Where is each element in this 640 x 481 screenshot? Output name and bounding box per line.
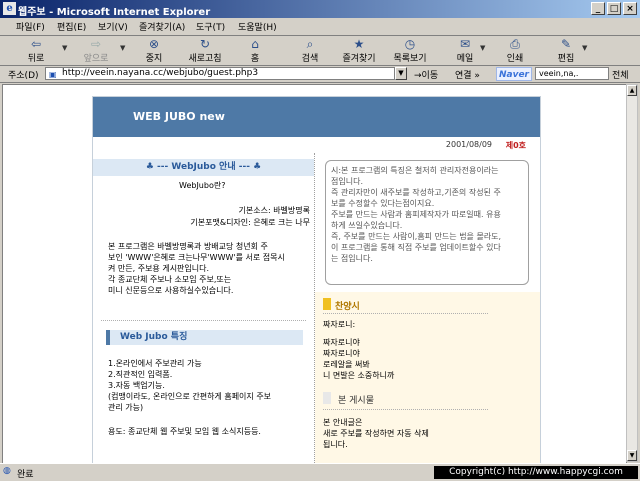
print-button[interactable]: ⎙ 인쇄 <box>502 37 528 64</box>
history-button[interactable]: ◷ 목록보기 <box>390 37 430 64</box>
edit-dropdown-icon[interactable]: ▼ <box>582 44 587 52</box>
address-dropdown-icon[interactable]: ▼ <box>395 67 407 80</box>
menu-help[interactable]: 도움말(H) <box>238 20 277 33</box>
window-title: 웹주보 - Microsoft Internet Explorer <box>18 7 211 18</box>
divider <box>101 320 306 321</box>
scroll-up-icon[interactable]: ▲ <box>627 85 637 96</box>
praise-section: 찬양시 짜자로니: 짜자로니야 짜자로니야 로레알을 써봐 니 면발은 소중하니… <box>315 292 540 463</box>
vertical-scrollbar[interactable]: ▲ ▼ <box>626 84 638 462</box>
banner-title: WEB JUBO new <box>133 110 225 123</box>
all-button[interactable]: 전체 <box>612 68 629 81</box>
board-label: 본 게시물 <box>338 396 374 406</box>
toolbar: ⇦ 뒤로 ▼ ⇨ 앞으로 ▼ ⊗ 중지 ↻ 새로고침 ⌂ 홈 ⌕ 검색 ★ 즐겨… <box>0 36 640 66</box>
stop-icon: ⊗ <box>148 37 160 51</box>
date-line: 2001/08/09 제0호 <box>93 137 540 153</box>
source-text: 기본소스: 바벨방명록 <box>238 206 310 215</box>
menu-edit[interactable]: 편집(E) <box>57 20 86 33</box>
left-column: ♣ --- WebJubo 안내 --- ♣ WebJubo란? 기본소스: 바… <box>93 153 315 463</box>
naver-search-input[interactable]: veein,na,. <box>535 67 609 80</box>
banner: WEB JUBO new <box>93 97 540 137</box>
go-button[interactable]: →이동 <box>414 68 438 81</box>
divider <box>323 313 488 314</box>
address-url: http://veein.nayana.cc/webjubo/guest.php… <box>62 68 259 78</box>
menu-tools[interactable]: 도구(T) <box>196 20 225 33</box>
question-text: WebJubo란? <box>179 181 226 190</box>
close-button[interactable]: × <box>623 2 637 15</box>
features-heading: Web Jubo 특징 <box>106 330 303 345</box>
search-button[interactable]: ⌕ 검색 <box>296 37 324 64</box>
menu-file[interactable]: 파일(F) <box>16 20 45 33</box>
praise-label: 찬양시 <box>335 302 360 312</box>
history-icon: ◷ <box>404 37 416 51</box>
scroll-down-icon[interactable]: ▼ <box>627 450 637 461</box>
naver-logo[interactable]: Naver <box>496 67 532 81</box>
forward-button[interactable]: ⇨ 앞으로 <box>78 37 114 64</box>
ie-icon: e <box>3 2 16 15</box>
search-icon: ⌕ <box>306 37 314 51</box>
edit-button[interactable]: ✎ 편집 <box>553 37 579 64</box>
usage-text: 용도: 종교단체 웹 주보및 모임 웹 소식지등등. <box>108 427 261 436</box>
guide-heading: ♣ --- WebJubo 안내 --- ♣ <box>93 159 314 176</box>
menu-favorites[interactable]: 즐겨찾기(A) <box>139 20 185 33</box>
favorites-button[interactable]: ★ 즐겨찾기 <box>338 37 380 64</box>
intro-text: 본 프로그램은 바벨방명록과 방배교당 청년회 주 보인 'WWW'은혜로 크는… <box>108 242 285 295</box>
back-arrow-icon: ⇦ <box>30 37 42 51</box>
issue-date: 2001/08/09 <box>445 140 492 149</box>
divider <box>323 409 488 410</box>
favorites-icon: ★ <box>353 37 365 51</box>
mail-dropdown-icon[interactable]: ▼ <box>480 44 485 52</box>
mail-icon: ✉ <box>459 37 471 51</box>
minimize-button[interactable]: _ <box>591 2 605 15</box>
address-input[interactable]: ▣ http://veein.nayana.cc/webjubo/guest.p… <box>45 67 395 80</box>
back-dropdown-icon[interactable]: ▼ <box>62 44 67 52</box>
links-button[interactable]: 연결 » <box>455 68 480 81</box>
maximize-button[interactable]: □ <box>607 2 621 15</box>
address-label: 주소(D) <box>8 71 39 81</box>
format-text: 기본포맷&디자인: 은혜로 크는 나무 <box>190 218 310 227</box>
page-status-icon: ◍ <box>3 466 11 476</box>
features-text: 1.온라인에서 주보관리 가능 2.직관적인 입력폼. 3.자동 백업기능. (… <box>108 359 272 412</box>
forward-dropdown-icon[interactable]: ▼ <box>120 44 125 52</box>
praise-title: 짜자로니: <box>323 320 356 329</box>
refresh-button[interactable]: ↻ 새로고침 <box>184 37 226 64</box>
jubo-board: WEB JUBO new 2001/08/09 제0호 ♣ --- WebJub… <box>92 96 541 463</box>
mail-button[interactable]: ✉ 메일 <box>452 37 478 64</box>
status-text: 완료 <box>17 470 34 480</box>
home-icon: ⌂ <box>251 37 259 51</box>
notice-text: 시:본 프로그램의 특징은 철저히 관리자전용이라는 점입니다. 즉 관리자만이… <box>331 166 502 263</box>
home-button[interactable]: ⌂ 홈 <box>242 37 268 64</box>
board-body: 본 안내글은 새로 주보를 작성하면 자동 삭제 됩니다. <box>323 418 429 449</box>
edit-icon: ✎ <box>560 37 572 51</box>
title-bar: e 웹주보 - Microsoft Internet Explorer _ □ … <box>0 0 640 18</box>
refresh-icon: ↻ <box>199 37 211 51</box>
right-column: 시:본 프로그램의 특징은 철저히 관리자전용이라는 점입니다. 즉 관리자만이… <box>315 153 540 463</box>
page-icon: ▣ <box>49 70 57 79</box>
back-button[interactable]: ⇦ 뒤로 <box>22 37 50 64</box>
issue-number[interactable]: 제0호 <box>506 140 526 151</box>
stop-button[interactable]: ⊗ 중지 <box>138 37 170 64</box>
menu-view[interactable]: 보기(V) <box>98 20 128 33</box>
forward-arrow-icon: ⇨ <box>90 37 102 51</box>
praise-body: 짜자로니야 짜자로니야 로레알을 써봐 니 면발은 소중하니까 <box>323 338 395 380</box>
page-viewport: WEB JUBO new 2001/08/09 제0호 ♣ --- WebJub… <box>2 84 627 464</box>
menu-bar: 파일(F) 편집(E) 보기(V) 즐겨찾기(A) 도구(T) 도움말(H) <box>0 18 640 36</box>
notice-box: 시:본 프로그램의 특징은 철저히 관리자전용이라는 점입니다. 즉 관리자만이… <box>325 160 529 285</box>
praise-marker <box>323 298 331 310</box>
address-bar: 주소(D) ▣ http://veein.nayana.cc/webjubo/g… <box>0 66 640 83</box>
copyright-overlay: Copyright(c) http://www.happycgi.com <box>434 466 638 479</box>
board-marker <box>323 392 331 404</box>
print-icon: ⎙ <box>510 37 520 51</box>
